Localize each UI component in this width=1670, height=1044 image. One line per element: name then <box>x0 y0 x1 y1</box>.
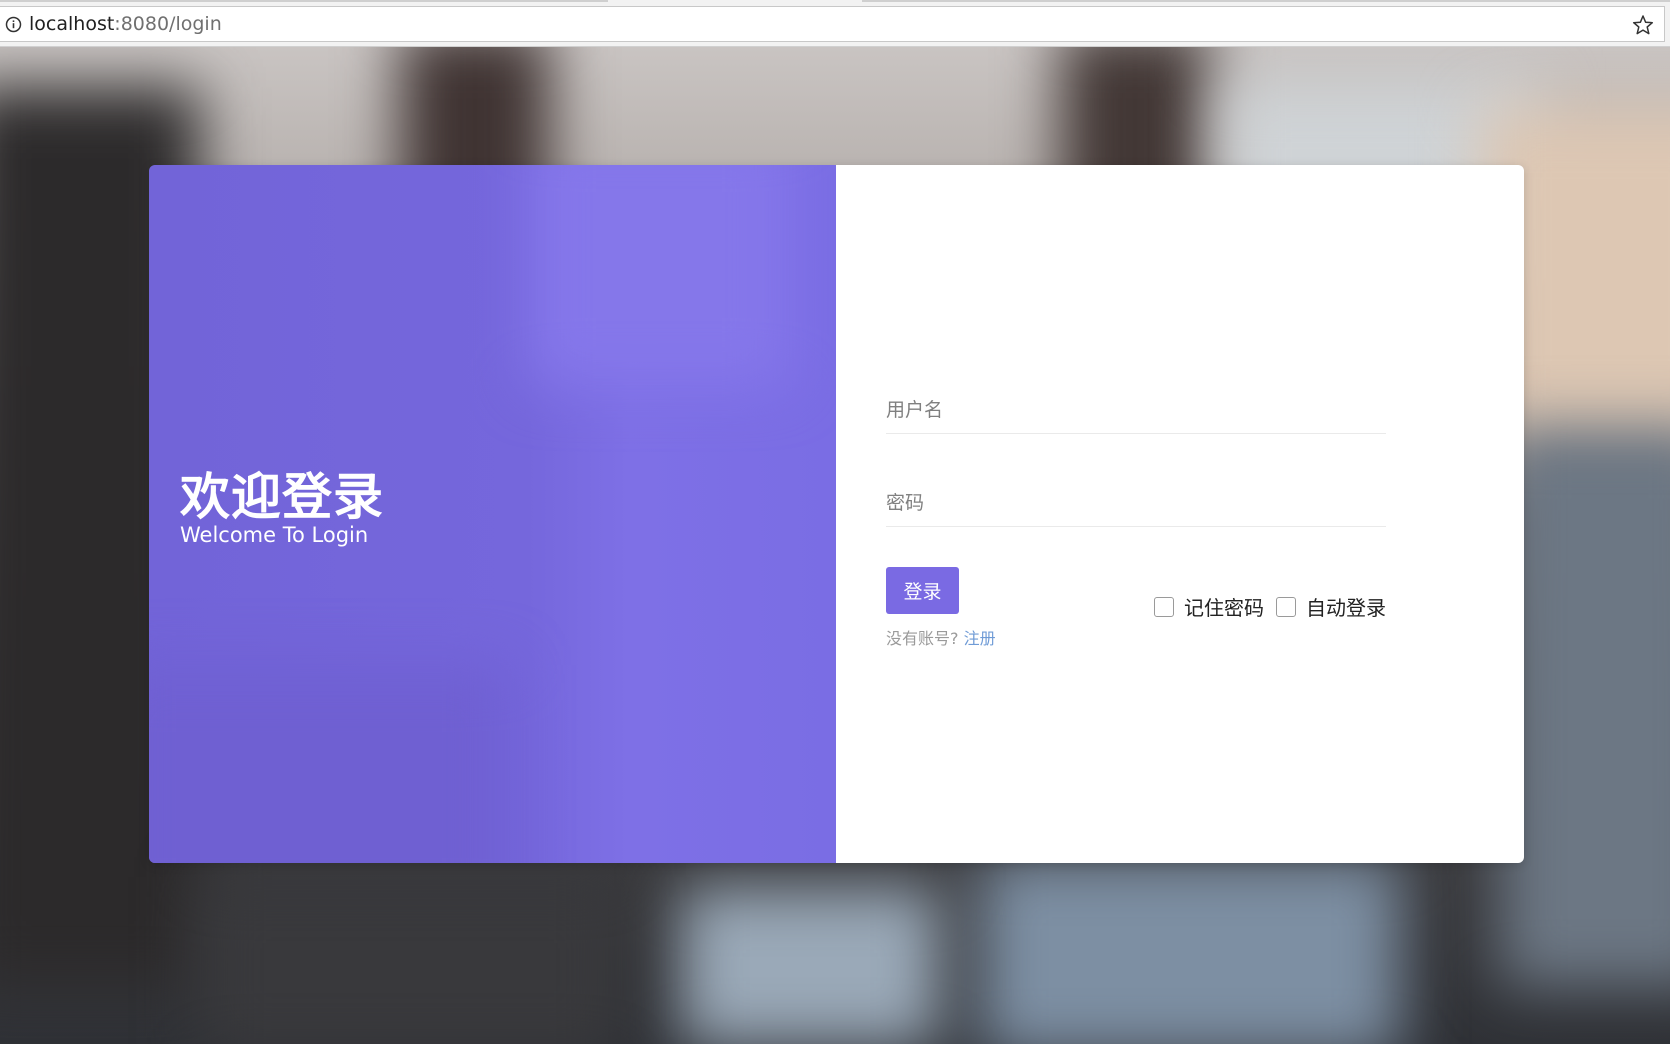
register-prompt: 没有账号? <box>886 629 959 648</box>
login-card: 欢迎登录 Welcome To Login 登录 没有账号? 注册 记住密码 自… <box>149 165 1524 863</box>
bg-shape <box>200 877 620 1044</box>
auto-login-label[interactable]: 自动登录 <box>1306 592 1386 621</box>
username-input[interactable] <box>886 386 1386 433</box>
remember-password-option[interactable]: 记住密码 <box>1154 592 1264 621</box>
username-field <box>886 386 1386 434</box>
register-row: 没有账号? 注册 <box>886 625 996 649</box>
auto-login-option[interactable]: 自动登录 <box>1276 592 1386 621</box>
password-input[interactable] <box>886 479 1386 526</box>
welcome-subtitle: Welcome To Login <box>180 523 369 547</box>
password-field <box>886 479 1386 527</box>
register-link[interactable]: 注册 <box>964 629 996 648</box>
panel-shadow <box>149 665 509 863</box>
bg-shape <box>680 887 940 1044</box>
url-text[interactable]: localhost:8080/login <box>29 13 222 35</box>
star-icon[interactable] <box>1632 14 1654 36</box>
welcome-title: 欢迎登录 <box>180 468 384 526</box>
tab-strip-line <box>862 0 1670 2</box>
welcome-panel: 欢迎登录 Welcome To Login <box>149 165 836 863</box>
remember-password-label[interactable]: 记住密码 <box>1184 592 1264 621</box>
auto-login-checkbox[interactable] <box>1276 596 1296 617</box>
address-bar[interactable]: localhost:8080/login <box>0 6 1665 42</box>
tab-strip-line <box>0 0 608 2</box>
bg-shape <box>980 857 1400 1044</box>
login-button[interactable]: 登录 <box>886 567 959 614</box>
info-icon[interactable] <box>5 16 22 33</box>
bg-shape <box>1500 427 1670 987</box>
login-form-panel: 登录 没有账号? 注册 记住密码 自动登录 <box>836 165 1524 863</box>
remember-password-checkbox[interactable] <box>1154 596 1174 617</box>
browser-toolbar: localhost:8080/login <box>0 0 1670 47</box>
url-path: :8080/login <box>114 13 222 35</box>
panel-highlight <box>529 165 789 385</box>
url-host: localhost <box>29 13 115 35</box>
